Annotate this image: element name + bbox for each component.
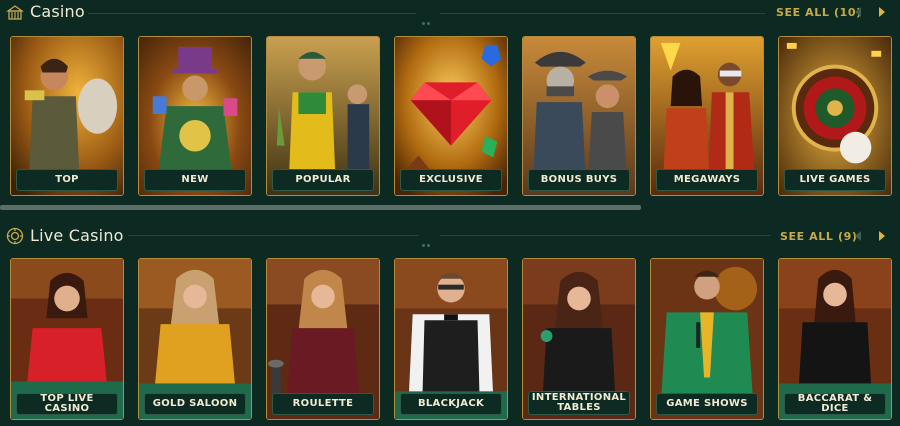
category-label: GAME SHOWS [656, 393, 758, 415]
horizontal-scrollbar[interactable] [0, 205, 641, 210]
category-card-bonus-buys[interactable]: BONUS BUYS [522, 36, 636, 196]
category-label: BLACKJACK [400, 393, 502, 415]
category-card-gold-saloon[interactable]: GOLD SALOON [138, 258, 252, 420]
prev-arrow-icon[interactable] [850, 228, 866, 244]
casino-see-all-link[interactable]: SEE ALL (10) [776, 6, 862, 19]
category-label: EXCLUSIVE [400, 169, 502, 191]
category-card-game-shows[interactable]: GAME SHOWS [650, 258, 764, 420]
category-card-megaways[interactable]: MEGAWAYS [650, 36, 764, 196]
next-arrow-icon[interactable] [874, 4, 890, 20]
category-card-new[interactable]: NEW [138, 36, 252, 196]
header-divider [88, 13, 416, 14]
header-divider [128, 235, 418, 236]
live-casino-title: Live Casino [30, 226, 124, 245]
category-label: ROULETTE [272, 393, 374, 415]
category-card-international-tables[interactable]: INTERNATIONAL TABLES [522, 258, 636, 420]
category-label: BONUS BUYS [528, 169, 630, 191]
category-label: INTERNATIONAL TABLES [528, 391, 630, 415]
category-label: GOLD SALOON [144, 393, 246, 415]
carousel-dots [422, 10, 436, 44]
live-casino-see-all-link[interactable]: SEE ALL (9) [780, 230, 857, 243]
live-casino-section: Live Casino SEE ALL (9) TOP LIVE CASINO [0, 222, 900, 426]
header-divider [440, 235, 770, 236]
category-card-exclusive[interactable]: EXCLUSIVE [394, 36, 508, 196]
category-label: LIVE GAMES [784, 169, 886, 191]
category-card-live-games[interactable]: LIVE GAMES [778, 36, 892, 196]
live-chip-icon [6, 227, 24, 245]
carousel-dots [422, 232, 436, 266]
category-card-blackjack[interactable]: BLACKJACK [394, 258, 508, 420]
category-label: NEW [144, 169, 246, 191]
casino-header: Casino SEE ALL (10) [0, 0, 900, 44]
prev-arrow-icon[interactable] [850, 4, 866, 20]
live-casino-cards: TOP LIVE CASINO GOLD SALOON ROULETTE BLA… [0, 258, 900, 426]
category-card-popular[interactable]: POPULAR [266, 36, 380, 196]
category-label: POPULAR [272, 169, 374, 191]
category-card-roulette[interactable]: ROULETTE [266, 258, 380, 420]
casino-building-icon [6, 5, 24, 20]
live-casino-header: Live Casino SEE ALL (9) [0, 222, 900, 266]
category-label: BACCARAT & DICE [784, 393, 886, 415]
category-label: MEGAWAYS [656, 169, 758, 191]
category-card-baccarat-dice[interactable]: BACCARAT & DICE [778, 258, 892, 420]
next-arrow-icon[interactable] [874, 228, 890, 244]
casino-title: Casino [30, 2, 85, 21]
category-label: TOP [16, 169, 118, 191]
category-label: TOP LIVE CASINO [16, 393, 118, 415]
casino-cards: TOP NEW POPULAR EXCLUSIVE BONUS BUYS MEG… [0, 36, 900, 198]
header-divider [440, 13, 765, 14]
category-card-top[interactable]: TOP [10, 36, 124, 196]
category-card-top-live-casino[interactable]: TOP LIVE CASINO [10, 258, 124, 420]
casino-section: Casino SEE ALL (10) TOP NEW POPULAR EXCL… [0, 0, 900, 212]
